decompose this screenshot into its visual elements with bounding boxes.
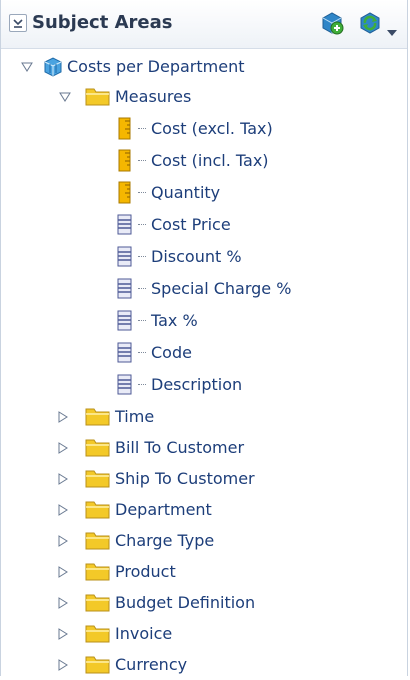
collapsed-triangle-icon[interactable] bbox=[57, 566, 69, 578]
collapsed-triangle-icon[interactable] bbox=[57, 628, 69, 640]
tree-leaf-label: Description bbox=[151, 375, 243, 394]
tree-folder[interactable]: Budget Definition bbox=[1, 588, 407, 618]
tree-leaf-label: Cost Price bbox=[151, 215, 231, 234]
folder-icon bbox=[85, 594, 110, 612]
tree-leaf-column[interactable]: Cost Price bbox=[1, 210, 407, 240]
tree-leaf-measure[interactable]: Cost (incl. Tax) bbox=[1, 146, 407, 176]
tree-connector bbox=[138, 288, 146, 290]
refresh-menu-caret-icon[interactable] bbox=[387, 21, 397, 40]
expand-triangle-icon[interactable] bbox=[21, 61, 33, 73]
measure-ruler-icon bbox=[118, 181, 131, 204]
refresh-icon[interactable] bbox=[357, 10, 383, 40]
tree-leaf-label: Quantity bbox=[151, 183, 221, 202]
tree-folder-label: Budget Definition bbox=[115, 593, 256, 612]
tree-folder[interactable]: Currency bbox=[1, 650, 407, 680]
collapsed-triangle-icon[interactable] bbox=[57, 597, 69, 609]
cube-icon bbox=[44, 57, 62, 77]
column-icon bbox=[117, 246, 132, 267]
tree-folder-label: Time bbox=[115, 407, 155, 426]
tree-connector bbox=[138, 160, 146, 162]
collapsed-triangle-icon[interactable] bbox=[57, 442, 69, 454]
folder-icon bbox=[85, 532, 110, 550]
tree-connector bbox=[138, 320, 146, 322]
tree-connector bbox=[138, 128, 146, 130]
column-icon bbox=[117, 278, 132, 299]
panel-header: Subject Areas bbox=[1, 0, 407, 49]
measure-ruler-icon bbox=[118, 117, 131, 140]
tree-leaf-column[interactable]: Tax % bbox=[1, 306, 407, 336]
collapsed-triangle-icon[interactable] bbox=[57, 659, 69, 671]
collapsed-triangle-icon[interactable] bbox=[57, 535, 69, 547]
column-icon bbox=[117, 342, 132, 363]
tree-folder-label: Invoice bbox=[115, 624, 173, 643]
folder-icon bbox=[85, 501, 110, 519]
tree-leaf-label: Special Charge % bbox=[151, 279, 292, 298]
tree-leaf-measure[interactable]: Cost (excl. Tax) bbox=[1, 114, 407, 144]
tree-connector bbox=[138, 224, 146, 226]
expand-triangle-icon[interactable] bbox=[59, 91, 71, 103]
panel-title: Subject Areas bbox=[32, 12, 173, 33]
tree-leaf-label: Discount % bbox=[151, 247, 242, 266]
tree-folder-label: Product bbox=[115, 562, 176, 581]
measure-ruler-icon bbox=[118, 149, 131, 172]
tree-folder[interactable]: Time bbox=[1, 402, 407, 432]
tree-leaf-label: Tax % bbox=[151, 311, 198, 330]
column-icon bbox=[117, 310, 132, 331]
folder-icon bbox=[85, 656, 110, 674]
collapse-panel-button[interactable] bbox=[9, 14, 27, 32]
chevron-down-icon bbox=[13, 19, 23, 28]
tree-connector bbox=[138, 256, 146, 258]
tree-leaf-column[interactable]: Code bbox=[1, 338, 407, 368]
tree-folder-label: Charge Type bbox=[115, 531, 215, 550]
column-icon bbox=[117, 214, 132, 235]
tree-folder-label: Department bbox=[115, 500, 212, 519]
tree-connector bbox=[138, 352, 146, 354]
tree-folder[interactable]: Bill To Customer bbox=[1, 433, 407, 463]
column-icon bbox=[117, 374, 132, 395]
tree-node-root[interactable]: Costs per Department bbox=[1, 52, 407, 82]
tree-folder[interactable]: Charge Type bbox=[1, 526, 407, 556]
tree-folder-label: Ship To Customer bbox=[115, 469, 255, 488]
tree-folder[interactable]: Invoice bbox=[1, 619, 407, 649]
tree-node-measures[interactable]: Measures bbox=[1, 82, 407, 112]
tree-folder[interactable]: Department bbox=[1, 495, 407, 525]
tree-folder-label: Currency bbox=[115, 655, 188, 674]
tree-leaf-label: Cost (incl. Tax) bbox=[151, 151, 269, 170]
collapsed-triangle-icon[interactable] bbox=[57, 411, 69, 423]
folder-icon bbox=[85, 563, 110, 581]
folder-icon bbox=[85, 470, 110, 488]
tree-node-label: Measures bbox=[115, 87, 192, 106]
add-subject-area-icon[interactable] bbox=[319, 10, 345, 40]
tree-connector bbox=[138, 192, 146, 194]
tree-leaf-measure[interactable]: Quantity bbox=[1, 178, 407, 208]
tree-leaf-column[interactable]: Description bbox=[1, 370, 407, 400]
tree-connector bbox=[138, 384, 146, 386]
tree-leaf-label: Cost (excl. Tax) bbox=[151, 119, 273, 138]
folder-icon bbox=[85, 408, 110, 426]
collapsed-triangle-icon[interactable] bbox=[57, 473, 69, 485]
tree-folder-label: Bill To Customer bbox=[115, 438, 245, 457]
subject-areas-panel: Subject Areas Costs per Department Measu… bbox=[0, 0, 408, 676]
folder-icon bbox=[85, 439, 110, 457]
collapsed-triangle-icon[interactable] bbox=[57, 504, 69, 516]
folder-icon bbox=[85, 88, 110, 106]
folder-icon bbox=[85, 625, 110, 643]
tree-node-label: Costs per Department bbox=[67, 57, 245, 76]
tree-leaf-label: Code bbox=[151, 343, 192, 362]
tree-leaf-column[interactable]: Special Charge % bbox=[1, 274, 407, 304]
tree-folder[interactable]: Product bbox=[1, 557, 407, 587]
tree-folder[interactable]: Ship To Customer bbox=[1, 464, 407, 494]
tree-leaf-column[interactable]: Discount % bbox=[1, 242, 407, 272]
